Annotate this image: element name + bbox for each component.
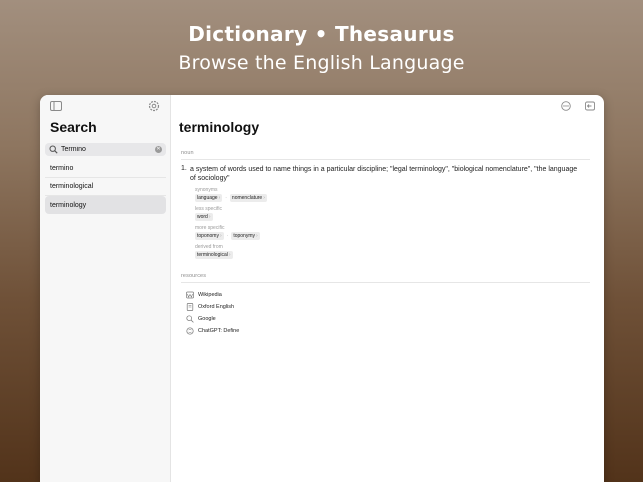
- resource-chatgpt-define[interactable]: ChatGPT: Define: [186, 325, 590, 337]
- resource-google[interactable]: Google: [186, 313, 590, 325]
- sense-row: 1. a system of words used to name things…: [181, 165, 590, 183]
- chevron-right-icon: ›: [228, 252, 231, 258]
- noun-section: noun 1. a system of words used to name t…: [181, 150, 590, 259]
- sidebar-title: Search: [50, 119, 97, 135]
- chevron-right-icon: ›: [208, 214, 211, 220]
- resources-label: resources: [181, 273, 207, 279]
- synonyms-group: synonyms language› · nomenclature›: [195, 187, 590, 202]
- app-window: Search ✕ termino terminological terminol…: [40, 95, 604, 482]
- chevron-right-icon: ›: [219, 233, 222, 239]
- synonym-chip-language[interactable]: language›: [195, 194, 223, 202]
- entry-word-title: terminology: [179, 119, 260, 135]
- search-icon: [49, 145, 58, 154]
- result-item-terminological[interactable]: terminological: [45, 178, 166, 196]
- magnifier-icon: [186, 315, 194, 323]
- search-input[interactable]: [61, 143, 151, 156]
- more-specific-chip-toponymy[interactable]: toponymy›: [231, 232, 260, 240]
- ellipsis-circle-icon[interactable]: [561, 101, 571, 111]
- hero-banner: Dictionary • Thesaurus Browse the Englis…: [0, 22, 643, 74]
- entry-pane: terminology noun 1. a system of words us…: [172, 95, 604, 482]
- less-specific-chip-word[interactable]: word›: [195, 213, 213, 221]
- share-icon[interactable]: [585, 101, 595, 111]
- chevron-right-icon: ›: [218, 195, 221, 201]
- chatgpt-icon: [186, 327, 194, 335]
- relation-label: more specific: [195, 225, 225, 231]
- sidebar-toggle-icon[interactable]: [50, 101, 62, 111]
- derived-chip-terminological[interactable]: terminological›: [195, 251, 233, 259]
- section-divider: [181, 159, 590, 160]
- book-icon: [186, 303, 194, 311]
- clear-search-icon[interactable]: ✕: [155, 146, 162, 153]
- relation-label: derived from: [195, 244, 223, 250]
- search-field[interactable]: ✕: [45, 143, 166, 156]
- result-item-terminology[interactable]: terminology: [45, 196, 166, 214]
- synonym-chip-nomenclature[interactable]: nomenclature›: [229, 194, 267, 202]
- chevron-right-icon: ›: [256, 233, 258, 239]
- sense-number: 1.: [181, 165, 187, 172]
- search-results-list: termino terminological terminology: [45, 160, 166, 214]
- more-specific-chip-toponomy[interactable]: toponomy›: [195, 232, 224, 240]
- gear-icon[interactable]: [148, 100, 160, 112]
- wikipedia-icon: [186, 291, 194, 299]
- sidebar: Search ✕ termino terminological terminol…: [40, 95, 171, 482]
- relation-label: synonyms: [195, 187, 218, 193]
- result-item-termino[interactable]: termino: [45, 160, 166, 178]
- resources-section: resources Wikipedia Oxford English Googl…: [181, 273, 590, 337]
- sense-definition[interactable]: a system of words used to name things in…: [190, 165, 582, 183]
- hero-subtitle: Browse the English Language: [178, 52, 465, 74]
- resource-wikipedia[interactable]: Wikipedia: [186, 289, 590, 301]
- hero-title: Dictionary • Thesaurus: [188, 22, 455, 46]
- derived-from-group: derived from terminological›: [195, 244, 590, 259]
- more-specific-group: more specific toponomy› · toponymy›: [195, 225, 590, 240]
- part-of-speech-label: noun: [181, 150, 194, 156]
- chevron-right-icon: ›: [263, 195, 265, 201]
- less-specific-group: less specific word›: [195, 206, 590, 221]
- relation-label: less specific: [195, 206, 222, 212]
- resource-oxford-english[interactable]: Oxford English: [186, 301, 590, 313]
- section-divider: [181, 282, 590, 283]
